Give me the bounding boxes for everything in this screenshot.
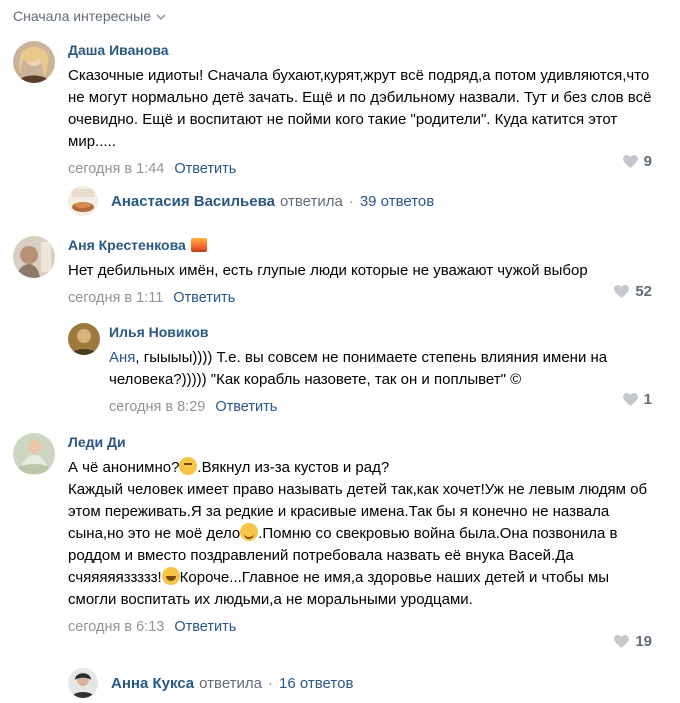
separator-dot: ·	[268, 674, 274, 692]
thinking-emoji-icon	[179, 457, 198, 475]
sunset-icon	[190, 238, 207, 252]
smirk-emoji-icon	[240, 523, 259, 541]
like-button[interactable]: 52	[614, 283, 652, 300]
comment-meta: сегодня в 8:29 Ответить	[109, 397, 652, 417]
avatar[interactable]	[13, 433, 55, 475]
avatar[interactable]	[13, 41, 55, 83]
comment-meta: сегодня в 1:11 Ответить	[68, 288, 652, 308]
comment-text: Сказочные идиоты! Сначала бухают,курят,ж…	[68, 67, 656, 150]
reply-button[interactable]: Ответить	[174, 161, 236, 177]
thread-verb: ответила	[279, 192, 343, 210]
avatar[interactable]	[68, 323, 100, 355]
like-count: 52	[635, 283, 652, 300]
text-part: А чё анонимно?	[68, 459, 180, 476]
replies-thread[interactable]: Анастасия Васильева ответила · 39 ответо…	[68, 186, 434, 216]
like-count: 1	[643, 391, 652, 408]
like-button[interactable]: 1	[622, 391, 652, 408]
comment-meta: сегодня в 1:44 Ответить	[68, 159, 652, 179]
comment-author[interactable]: Даша Иванова	[68, 41, 652, 59]
comment-time[interactable]: сегодня в 1:11	[68, 290, 163, 306]
author-name: Аня Крестенкова	[68, 237, 186, 253]
sort-dropdown[interactable]: Сначала интересные	[13, 8, 166, 24]
thread-replies-count[interactable]: 16 ответов	[279, 675, 353, 692]
comment-author[interactable]: Аня Крестенкова	[68, 236, 652, 254]
comment: Даша Иванова Сказочные идиоты! Сначала б…	[13, 41, 656, 179]
heart-icon	[622, 155, 638, 168]
separator-dot: ·	[348, 192, 354, 210]
sort-label: Сначала интересные	[13, 8, 151, 24]
comment-time[interactable]: сегодня в 1:44	[68, 161, 164, 177]
heart-icon	[614, 635, 630, 648]
reply-button[interactable]: Ответить	[215, 399, 277, 415]
avatar	[68, 186, 98, 216]
like-button[interactable]: 19	[614, 633, 652, 650]
thread-replies-count[interactable]: 39 ответов	[360, 193, 434, 210]
reply-comment: Илья Новиков Аня, гыыыы)))) Т.е. вы совс…	[68, 323, 652, 415]
comment-time[interactable]: сегодня в 6:13	[68, 619, 164, 635]
thread-verb: ответила	[199, 674, 263, 692]
rofl-emoji-icon	[161, 567, 180, 585]
comment-text: Аня, гыыыы)))) Т.е. вы совсем не понимае…	[109, 347, 652, 391]
avatar	[68, 668, 98, 698]
heart-icon	[614, 285, 630, 298]
heart-icon	[622, 393, 638, 406]
chevron-down-icon	[156, 13, 166, 20]
thread-author[interactable]: Анастасия Васильева	[111, 193, 275, 210]
avatar[interactable]	[13, 236, 55, 278]
comment: Леди Ди А чё анонимно? .Вякнул из-за куст…	[13, 433, 652, 658]
reply-button[interactable]: Ответить	[173, 290, 235, 306]
replies-thread[interactable]: Анна Кукса ответила · 16 ответов	[68, 668, 353, 698]
comment-text: Нет дебильных имён, есть глупые люди кот…	[68, 262, 588, 279]
reply-text: , гыыыы)))) Т.е. вы совсем не понимаете …	[109, 349, 612, 388]
mention-link[interactable]: Аня	[109, 349, 135, 366]
comment-meta: сегодня в 6:13 Ответить	[68, 617, 652, 637]
thread-author[interactable]: Анна Кукса	[111, 675, 194, 692]
like-count: 19	[635, 633, 652, 650]
reply-button[interactable]: Ответить	[174, 619, 236, 635]
like-count: 9	[643, 153, 652, 170]
like-button[interactable]: 9	[622, 153, 652, 170]
comment: Аня Крестенкова Нет дебильных имён, есть…	[13, 236, 652, 311]
comment-author[interactable]: Илья Новиков	[109, 323, 652, 341]
comment-text: А чё анонимно? .Вякнул из-за кустов и рад…	[68, 457, 652, 611]
comment-time[interactable]: сегодня в 8:29	[109, 399, 205, 415]
comment-author[interactable]: Леди Ди	[68, 433, 652, 451]
